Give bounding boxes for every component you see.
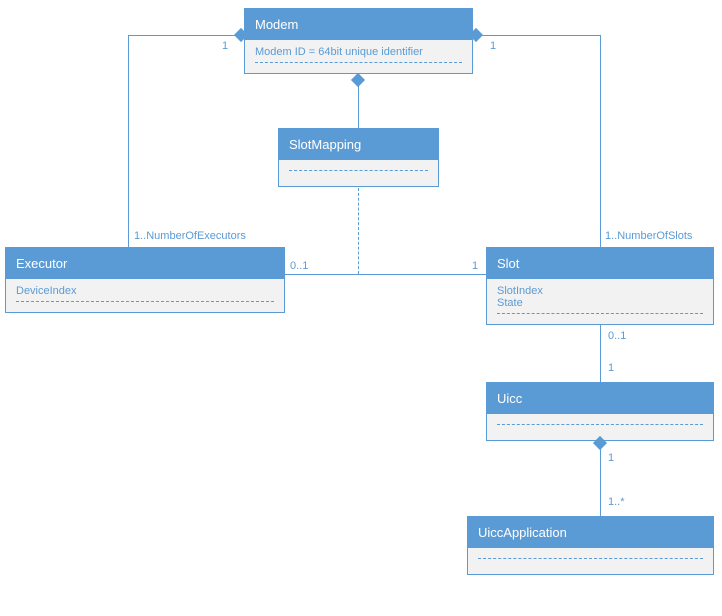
executor-title: Executor xyxy=(6,248,284,279)
mult-exec-right: 0..1 xyxy=(290,260,308,272)
mult-slot-top: 1..NumberOfSlots xyxy=(605,230,692,242)
uicc-class: Uicc xyxy=(486,382,714,441)
modem-attr: Modem ID = 64bit unique identifier xyxy=(255,46,423,58)
uicc-title: Uicc xyxy=(487,383,713,414)
uiccapp-class: UiccApplication xyxy=(467,516,714,575)
mult-uicc-bottom: 1 xyxy=(608,452,614,464)
executor-class: Executor DeviceIndex xyxy=(5,247,285,313)
mult-modem-right: 1 xyxy=(490,40,496,52)
executor-body: DeviceIndex xyxy=(6,279,284,312)
mult-uiccapp-top: 1..* xyxy=(608,496,625,508)
mult-modem-left: 1 xyxy=(222,40,228,52)
line-modem-slotmapping xyxy=(358,85,359,128)
line-modem-slot-v xyxy=(600,35,601,247)
mult-slot-bottom: 0..1 xyxy=(608,330,626,342)
slot-attr2: State xyxy=(497,297,703,309)
slot-body: SlotIndex State xyxy=(487,279,713,324)
executor-attr: DeviceIndex xyxy=(16,285,77,297)
mult-slot-left: 1 xyxy=(472,260,478,272)
slot-class: Slot SlotIndex State xyxy=(486,247,714,325)
modem-title: Modem xyxy=(245,9,472,40)
line-exec-slot xyxy=(285,274,486,275)
slotmapping-body xyxy=(279,160,438,186)
slotmapping-title: SlotMapping xyxy=(279,129,438,160)
line-slot-uicc xyxy=(600,324,601,382)
line-uicc-uiccapp xyxy=(600,448,601,516)
slot-title: Slot xyxy=(487,248,713,279)
mult-uicc-top: 1 xyxy=(608,362,614,374)
slotmapping-class: SlotMapping xyxy=(278,128,439,187)
mult-exec-top: 1..NumberOfExecutors xyxy=(134,230,246,242)
uiccapp-title: UiccApplication xyxy=(468,517,713,548)
line-slotmapping-dashed xyxy=(358,188,359,274)
line-modem-exec-h xyxy=(128,35,236,36)
slot-attr1: SlotIndex xyxy=(497,285,703,297)
line-modem-exec-v xyxy=(128,35,129,247)
modem-body: Modem ID = 64bit unique identifier xyxy=(245,40,472,73)
uiccapp-body xyxy=(468,548,713,574)
modem-class: Modem Modem ID = 64bit unique identifier xyxy=(244,8,473,74)
line-modem-slot-h xyxy=(481,35,600,36)
